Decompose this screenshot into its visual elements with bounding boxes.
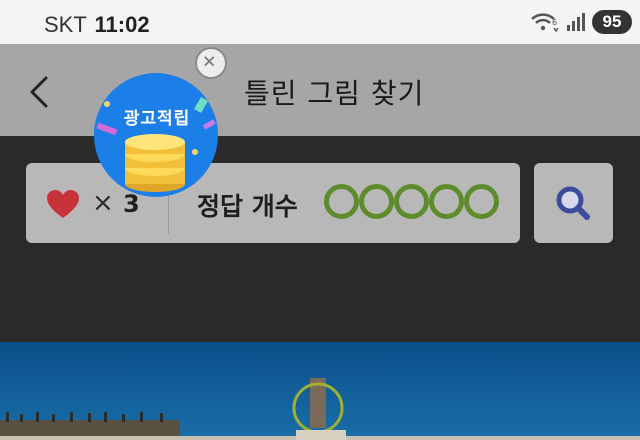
magnifier-icon: [556, 186, 590, 220]
coins-icon: [125, 134, 185, 192]
answer-slot: [394, 184, 429, 219]
answer-slot: [429, 184, 464, 219]
puzzle-image[interactable]: [0, 342, 640, 440]
clock: 11:02: [94, 12, 150, 37]
heart-icon: [47, 190, 79, 218]
carrier-time: SKT 11:02: [44, 12, 150, 38]
page-title: 틀린 그림 찾기: [244, 77, 425, 110]
battery-indicator: 95: [592, 10, 632, 34]
answer-slots: [324, 184, 499, 219]
answer-slot: [359, 184, 394, 219]
hint-search-button[interactable]: [534, 163, 613, 243]
signal-icon: [567, 13, 585, 31]
wifi-icon: 6: [531, 13, 559, 33]
chevron-left-icon[interactable]: [26, 72, 52, 112]
status-bar: SKT 11:02 6 95: [0, 0, 640, 44]
wifi-badge: 6: [552, 18, 557, 27]
answer-slot: [324, 184, 359, 219]
ad-reward-badge[interactable]: [93, 72, 219, 198]
answer-slot: [464, 184, 499, 219]
carrier-label: SKT: [44, 12, 87, 37]
close-circle-icon[interactable]: [195, 47, 227, 79]
ad-reward-label: 광고적립: [123, 109, 191, 129]
